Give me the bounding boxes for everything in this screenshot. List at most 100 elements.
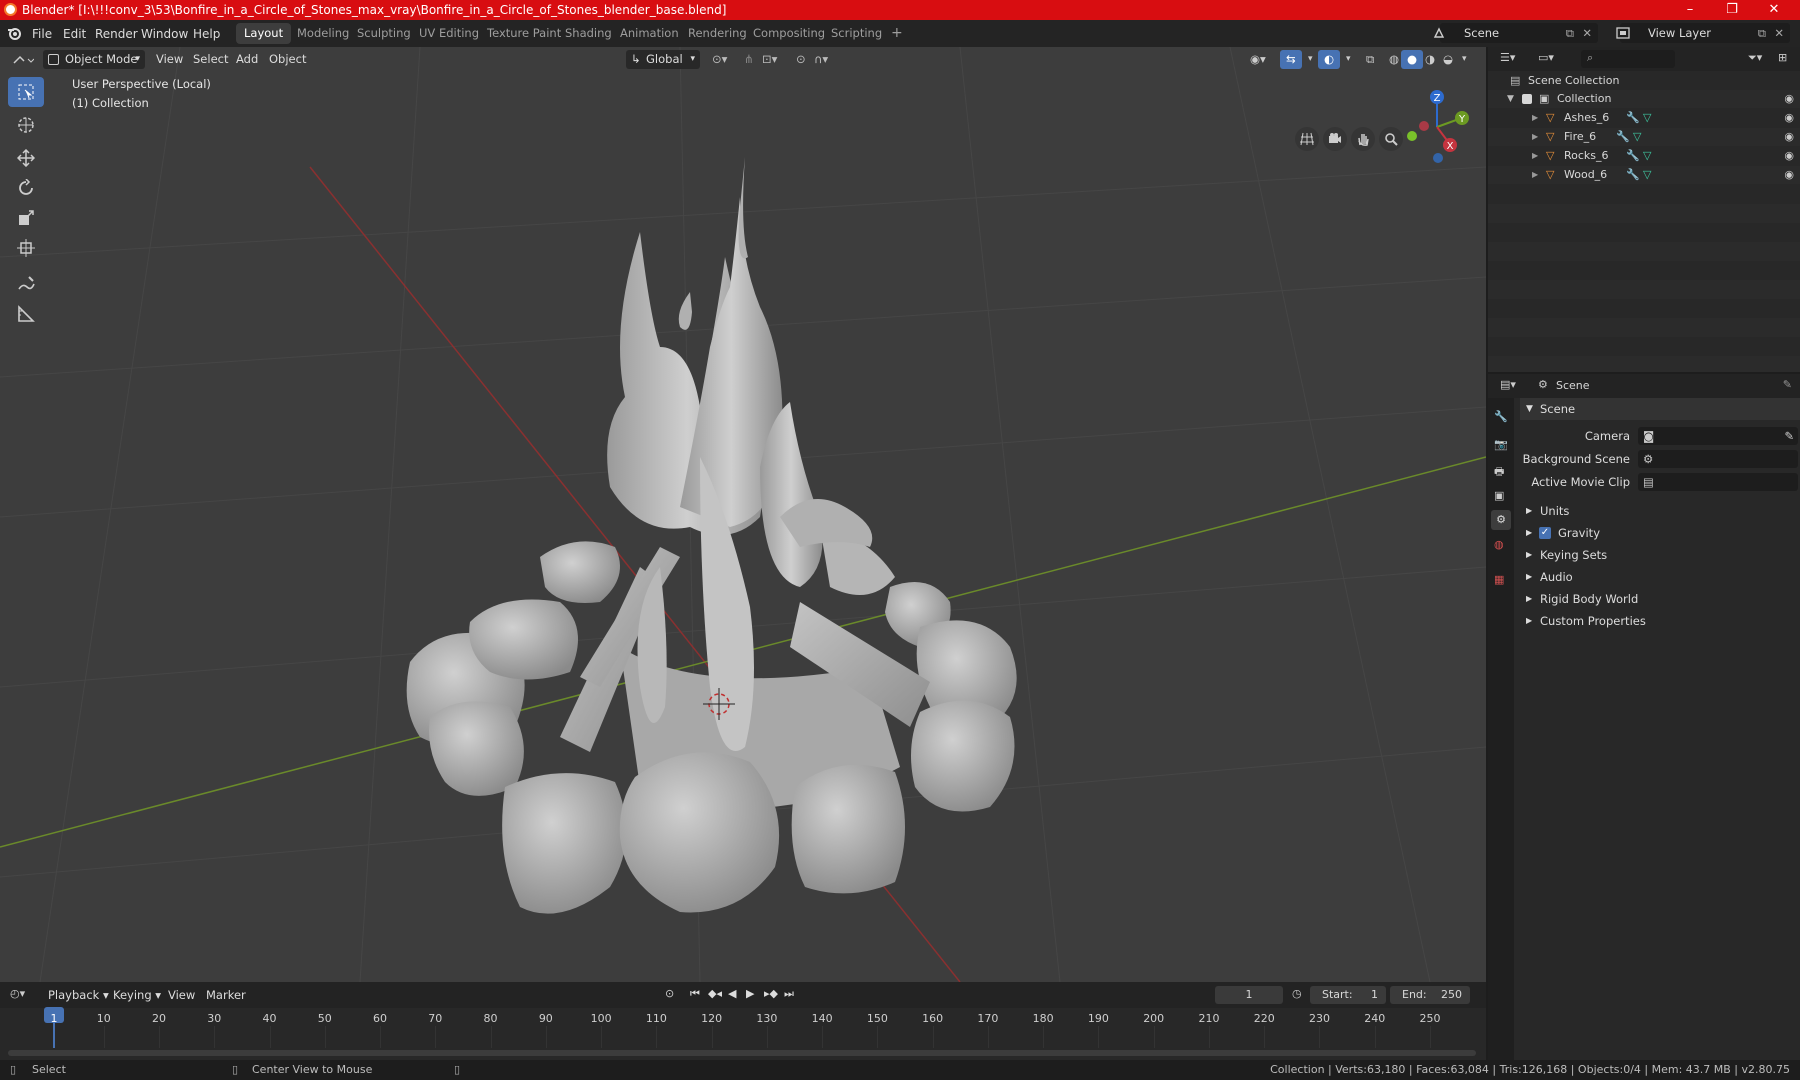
rotate-tool[interactable] [8, 173, 44, 203]
outliner-search-input[interactable]: ⌕ [1581, 50, 1675, 68]
tab-sculpting[interactable]: Sculpting [349, 23, 419, 44]
expand-arrow-icon[interactable]: ▶ [1532, 166, 1538, 184]
eyedropper-icon[interactable]: ✎ [1784, 425, 1794, 447]
display-mode-icon[interactable]: ▭▾ [1538, 51, 1554, 64]
transform-orientation-selector[interactable]: ↳ Global ▾ [626, 50, 700, 69]
neg-x-axis-ball[interactable] [1419, 121, 1429, 131]
tab-uv-editing[interactable]: UV Editing [411, 23, 487, 44]
minimize-button[interactable]: – [1670, 0, 1710, 20]
chevron-down-icon[interactable]: ▾ [1340, 50, 1357, 69]
transform-tool[interactable] [8, 233, 44, 263]
menu-window[interactable]: Window [141, 25, 188, 43]
camera-field[interactable]: ◙ ✎ [1638, 427, 1798, 445]
timeline-scrollbar[interactable] [8, 1050, 1476, 1056]
view-layer-tab-icon[interactable]: ▣ [1494, 489, 1504, 502]
eye-icon[interactable]: ◉ [1784, 166, 1794, 184]
render-tab-icon[interactable]: 📷 [1494, 438, 1508, 451]
add-workspace-button[interactable]: + [883, 23, 911, 44]
filter-icon[interactable]: ⏷▾ [1748, 51, 1762, 65]
tab-modeling[interactable]: Modeling [289, 23, 357, 44]
neg-y-axis-ball[interactable] [1407, 131, 1417, 141]
remove-view-layer-icon[interactable]: ✕ [1774, 23, 1784, 43]
pivot-point-icon[interactable]: ⊙▾ [706, 50, 733, 69]
copy-view-layer-icon[interactable]: ⧉ [1758, 23, 1766, 43]
measure-tool[interactable] [8, 299, 44, 329]
output-tab-icon[interactable]: 🖶 [1494, 463, 1504, 482]
neg-z-axis-ball[interactable] [1433, 153, 1443, 163]
eye-icon[interactable]: ◉ [1784, 109, 1794, 127]
gizmo-toggle-icon[interactable]: ⇆ [1280, 50, 1302, 69]
mesh-data-icon[interactable]: ▽ [1643, 166, 1651, 184]
texture-tab-icon[interactable]: ▦ [1494, 573, 1504, 586]
modifier-icon[interactable]: 🔧 [1626, 109, 1640, 127]
tab-rendering[interactable]: Rendering [680, 23, 755, 44]
pin-icon[interactable]: ✎ [1783, 378, 1792, 391]
tab-texture-paint[interactable]: Texture Paint [479, 23, 569, 44]
remove-scene-icon[interactable]: ✕ [1582, 23, 1592, 43]
close-button[interactable]: ✕ [1754, 0, 1794, 20]
view-layer-selector[interactable]: View Layer ⧉ ✕ [1616, 23, 1790, 43]
outliner-editor-icon[interactable]: ☰▾ [1500, 51, 1515, 64]
select-box-tool[interactable] [8, 77, 44, 107]
background-scene-field[interactable]: ⚙ [1638, 450, 1798, 468]
pan-view-button[interactable] [1351, 127, 1375, 151]
new-collection-icon[interactable]: ⊞ [1778, 51, 1787, 64]
eye-icon[interactable]: ◉ [1784, 90, 1794, 108]
expand-arrow-icon[interactable]: ▶ [1532, 147, 1538, 165]
eye-icon[interactable]: ◉ [1784, 128, 1794, 146]
copy-scene-icon[interactable]: ⧉ [1566, 23, 1574, 43]
mesh-data-icon[interactable]: ▽ [1643, 147, 1651, 165]
modifier-icon[interactable]: 🔧 [1626, 166, 1640, 184]
visibility-icon[interactable]: ◉▾ [1244, 50, 1272, 69]
falloff-icon[interactable]: ∩▾ [808, 50, 834, 69]
mode-selector[interactable]: Object Mode ▾ [43, 50, 145, 69]
navigation-gizmo[interactable]: Z Y X [1395, 79, 1475, 169]
menu-add[interactable]: Add [230, 50, 264, 69]
scene-panel-header[interactable]: ▼ Scene [1520, 398, 1800, 420]
move-tool[interactable] [8, 143, 44, 173]
collection-checkbox[interactable] [1522, 94, 1532, 104]
tab-shading[interactable]: Shading [557, 23, 620, 44]
eye-icon[interactable]: ◉ [1784, 147, 1794, 165]
tab-animation[interactable]: Animation [612, 23, 687, 44]
gravity-checkbox[interactable]: ✓ [1539, 527, 1551, 539]
scene-tab-icon[interactable]: ⚙ [1491, 510, 1511, 530]
tool-tab-icon[interactable]: 🔧 [1494, 410, 1508, 423]
mesh-data-icon[interactable]: ▽ [1643, 109, 1651, 127]
scene-selector[interactable]: Scene ⧉ ✕ [1433, 23, 1598, 43]
chevron-down-icon[interactable]: ▾ [1456, 50, 1473, 69]
tab-compositing[interactable]: Compositing [745, 23, 833, 44]
annotate-tool[interactable] [8, 269, 44, 299]
blender-menu-icon[interactable] [7, 26, 22, 41]
expand-arrow-icon[interactable]: ▶ [1532, 128, 1538, 146]
menu-view[interactable]: View [150, 50, 189, 69]
audio-panel-header[interactable]: ▶ Audio [1520, 566, 1800, 588]
camera-view-button[interactable] [1323, 127, 1347, 151]
scale-tool[interactable] [8, 203, 44, 233]
editor-type-icon[interactable] [12, 53, 34, 67]
outliner-row-collection[interactable]: ▼ ▣ Collection ◉ [1488, 90, 1800, 108]
menu-object[interactable]: Object [263, 50, 312, 69]
menu-select[interactable]: Select [187, 50, 234, 69]
modifier-icon[interactable]: 🔧 [1616, 128, 1630, 146]
3d-viewport[interactable]: Object Mode ▾ View Select Add Object ↳ G… [0, 47, 1486, 982]
menu-file[interactable]: File [32, 25, 52, 43]
snap-target-icon[interactable]: ⊡▾ [756, 50, 783, 69]
rigid-body-world-panel-header[interactable]: ▶ Rigid Body World [1520, 588, 1800, 610]
mesh-data-icon[interactable]: ▽ [1633, 128, 1641, 146]
tab-layout[interactable]: Layout [236, 23, 292, 44]
overlays-toggle-icon[interactable]: ◐ [1318, 50, 1341, 69]
maximize-button[interactable]: ❐ [1712, 0, 1752, 20]
menu-render[interactable]: Render [95, 25, 138, 43]
properties-editor-icon[interactable]: ▤▾ [1500, 378, 1516, 391]
custom-properties-panel-header[interactable]: ▶ Custom Properties [1520, 610, 1800, 632]
outliner-row-object[interactable]: ▶ ▽ Rocks_6 🔧 ▽ ◉ [1488, 147, 1800, 165]
world-tab-icon[interactable]: ◍ [1494, 538, 1504, 551]
toggle-grid-button[interactable] [1295, 127, 1319, 151]
xray-toggle-icon[interactable]: ⧉ [1360, 50, 1380, 69]
units-panel-header[interactable]: ▶ Units [1520, 500, 1800, 522]
expand-arrow-icon[interactable]: ▼ [1507, 90, 1514, 108]
menu-edit[interactable]: Edit [63, 25, 86, 43]
outliner-row-object[interactable]: ▶ ▽ Wood_6 🔧 ▽ ◉ [1488, 166, 1800, 184]
modifier-icon[interactable]: 🔧 [1626, 147, 1640, 165]
